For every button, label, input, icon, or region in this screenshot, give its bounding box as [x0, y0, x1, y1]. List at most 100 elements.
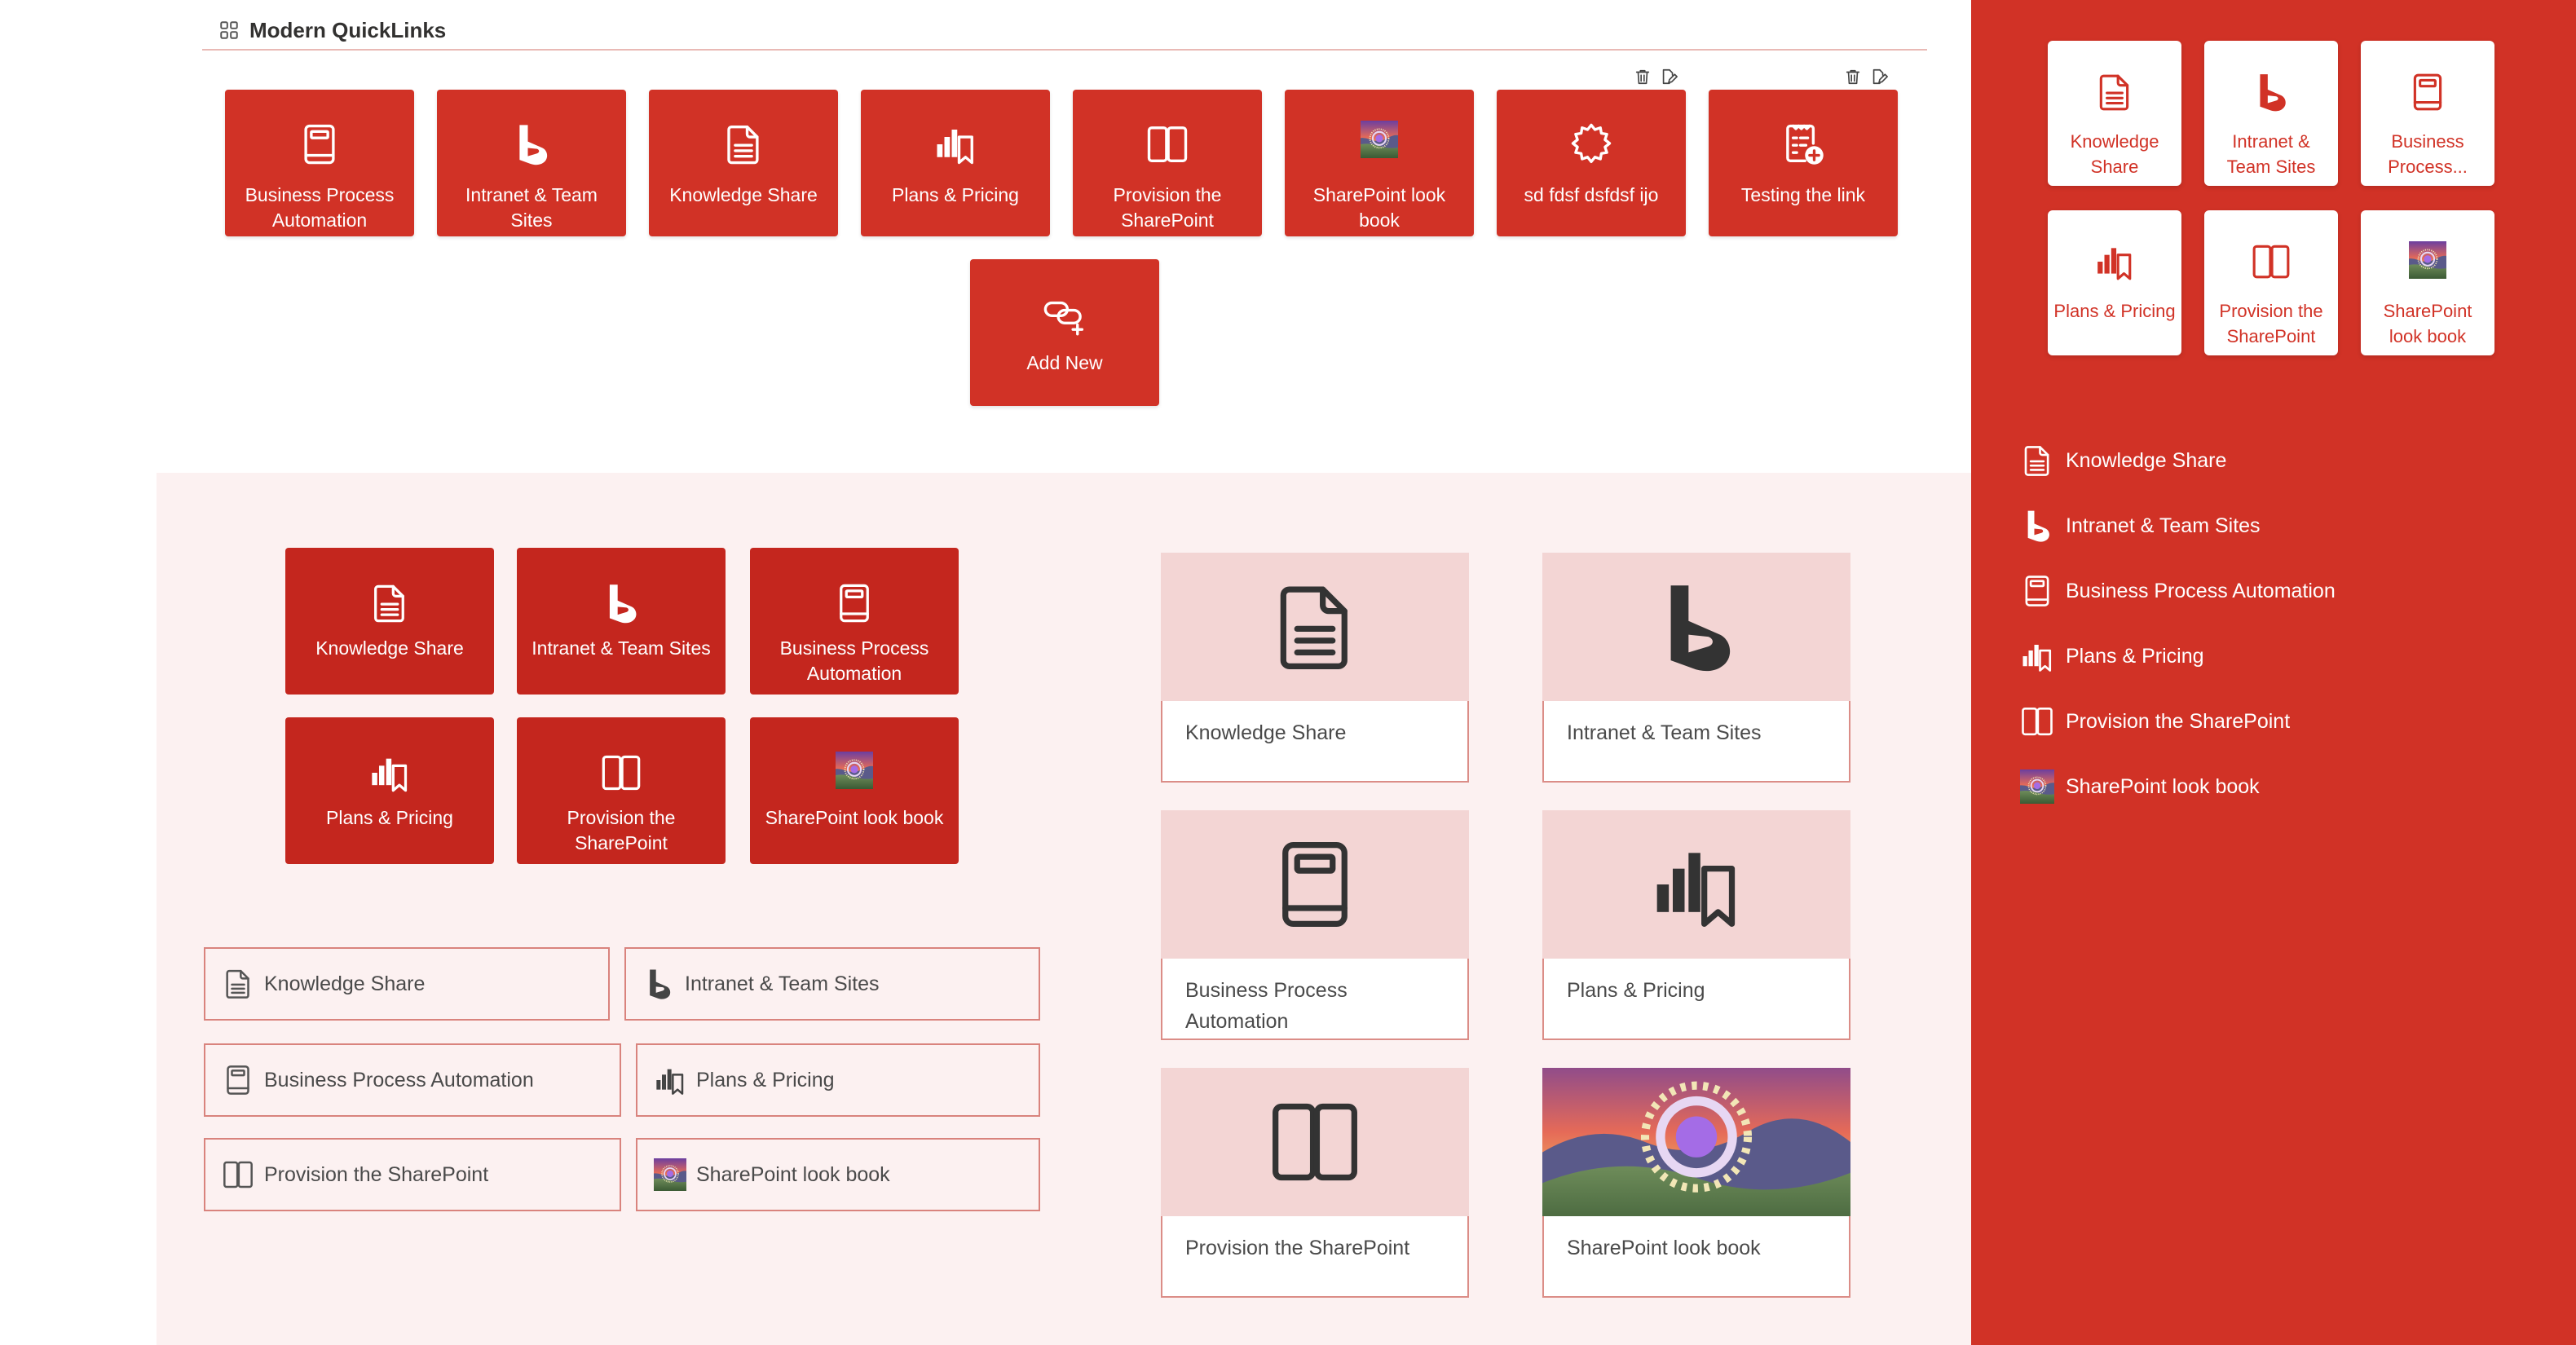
panel-link-intranet-team-sites[interactable]: Intranet & Team Sites — [2020, 505, 2261, 546]
add-new-button[interactable]: Add New — [970, 259, 1159, 406]
button-provision-sharepoint[interactable]: Provision the SharePoint — [204, 1138, 621, 1211]
panel-link-business-process-automation[interactable]: Business Process Automation — [2020, 571, 2336, 611]
card-image-area — [1542, 810, 1850, 959]
book-icon — [1268, 837, 1362, 932]
link-label: Provision the SharePoint — [2066, 709, 2291, 733]
button-knowledge-share[interactable]: Knowledge Share — [204, 947, 610, 1021]
tile-business-process-automation[interactable]: Business Process Automation — [750, 548, 959, 695]
tile-label: Provision the SharePoint — [2219, 301, 2323, 346]
tile-business-process-automation[interactable]: Business Process Automation — [225, 90, 414, 236]
chart-bookmark-icon — [654, 1064, 686, 1096]
card-intranet-team-sites[interactable]: Intranet & Team Sites — [1542, 553, 1850, 783]
document-icon — [1268, 580, 1362, 674]
bing-icon — [509, 122, 554, 166]
panel-link-plans-pricing[interactable]: Plans & Pricing — [2020, 636, 2204, 677]
panel-tile-intranet-team-sites[interactable]: Intranet & Team Sites — [2204, 41, 2338, 186]
tile-plans-pricing[interactable]: Plans & Pricing — [861, 90, 1050, 236]
link-label: Plans & Pricing — [2066, 644, 2204, 668]
tile-sharepoint-look-book[interactable]: SharePoint look book — [1285, 90, 1474, 236]
tile-label: Intranet & Team Sites — [465, 184, 598, 231]
document-icon — [721, 122, 765, 166]
book-icon — [2020, 574, 2054, 608]
tile-label: SharePoint look book — [1312, 184, 1446, 231]
bing-icon — [642, 968, 675, 1000]
tile-provision-sharepoint[interactable]: Provision the SharePoint — [1073, 90, 1262, 236]
landscape-image-icon — [2409, 241, 2446, 279]
panel-tile-provision-sharepoint[interactable]: Provision the SharePoint — [2204, 210, 2338, 355]
tile-label: SharePoint look book — [765, 807, 944, 828]
tile-label: Intranet & Team Sites — [532, 637, 711, 659]
button-label: SharePoint look book — [696, 1162, 890, 1186]
tile-edit-tools — [1844, 67, 1888, 86]
panel-link-provision-sharepoint[interactable]: Provision the SharePoint — [2020, 701, 2290, 742]
tile-label: Provision the SharePoint — [1113, 184, 1222, 231]
tile-label: Plans & Pricing — [2053, 301, 2176, 321]
card-provision-sharepoint[interactable]: Provision the SharePoint — [1161, 1068, 1469, 1298]
tile-label: sd fdsf dsfdsf ijo — [1524, 184, 1659, 205]
tile-knowledge-share[interactable]: Knowledge Share — [649, 90, 838, 236]
button-intranet-team-sites[interactable]: Intranet & Team Sites — [624, 947, 1040, 1021]
card-label: Provision the SharePoint — [1185, 1237, 1410, 1259]
card-image-area — [1542, 553, 1850, 701]
bing-icon — [2251, 72, 2291, 112]
open-book-icon — [1145, 122, 1189, 166]
tile-testing-the-link[interactable]: Testing the link — [1709, 90, 1898, 236]
tile-label: Knowledge Share — [2070, 131, 2159, 177]
card-label: SharePoint look book — [1567, 1237, 1761, 1259]
trash-icon[interactable] — [1634, 67, 1652, 86]
tile-label: Knowledge Share — [669, 184, 818, 205]
clipboard-add-icon — [1781, 122, 1825, 166]
tile-plans-pricing[interactable]: Plans & Pricing — [285, 717, 494, 864]
chart-bookmark-icon — [2020, 639, 2054, 673]
card-plans-pricing[interactable]: Plans & Pricing — [1542, 810, 1850, 1040]
tile-label: Testing the link — [1740, 184, 1866, 205]
tile-sd-fdsf[interactable]: sd fdsf dsfdsf ijo — [1497, 90, 1686, 236]
landscape-image-icon — [1361, 121, 1398, 158]
button-sharepoint-look-book[interactable]: SharePoint look book — [636, 1138, 1040, 1211]
edit-link-icon[interactable] — [1660, 67, 1678, 86]
card-business-process-automation[interactable]: Business Process Automation — [1161, 810, 1469, 1040]
book-icon — [222, 1064, 254, 1096]
tile-label: Plans & Pricing — [892, 184, 1019, 205]
card-image-area — [1161, 553, 1469, 701]
webpart-header: Modern QuickLinks — [202, 11, 1927, 51]
panel-tile-knowledge-share[interactable]: Knowledge Share — [2048, 41, 2181, 186]
badge-icon — [1569, 122, 1613, 166]
tile-label: Business Process Automation — [245, 184, 395, 231]
tile-label: Add New — [1026, 352, 1103, 373]
document-icon — [2094, 72, 2135, 112]
document-icon — [2020, 443, 2054, 478]
tile-label: Knowledge Share — [315, 637, 464, 659]
link-label: SharePoint look book — [2066, 774, 2260, 798]
card-image-area — [1161, 810, 1469, 959]
button-label: Plans & Pricing — [696, 1068, 835, 1091]
panel-tile-plans-pricing[interactable]: Plans & Pricing — [2048, 210, 2181, 355]
tile-provision-sharepoint[interactable]: Provision the SharePoint — [517, 717, 726, 864]
button-plans-pricing[interactable]: Plans & Pricing — [636, 1043, 1040, 1117]
document-icon — [222, 968, 254, 1000]
chart-bookmark-icon — [1649, 837, 1744, 932]
grid-icon — [218, 20, 240, 41]
link-label: Knowledge Share — [2066, 448, 2227, 472]
edit-link-icon[interactable] — [1870, 67, 1888, 86]
tile-knowledge-share[interactable]: Knowledge Share — [285, 548, 494, 695]
card-knowledge-share[interactable]: Knowledge Share — [1161, 553, 1469, 783]
landscape-image-icon — [836, 752, 873, 789]
panel-tile-sharepoint-look-book[interactable]: SharePoint look book — [2361, 210, 2494, 355]
tile-label: Business Process... — [2388, 131, 2468, 177]
card-label: Intranet & Team Sites — [1567, 721, 1762, 744]
tile-intranet-team-sites[interactable]: Intranet & Team Sites — [517, 548, 726, 695]
panel-link-knowledge-share[interactable]: Knowledge Share — [2020, 440, 2226, 481]
panel-link-sharepoint-look-book[interactable]: SharePoint look book — [2020, 766, 2260, 807]
panel-tile-business-process[interactable]: Business Process... — [2361, 41, 2494, 186]
button-business-process-automation[interactable]: Business Process Automation — [204, 1043, 621, 1117]
link-label: Intranet & Team Sites — [2066, 514, 2261, 537]
card-sharepoint-look-book[interactable]: SharePoint look book — [1542, 1068, 1850, 1298]
trash-icon[interactable] — [1844, 67, 1862, 86]
tile-sharepoint-look-book[interactable]: SharePoint look book — [750, 717, 959, 864]
chart-bookmark-icon — [2094, 241, 2135, 282]
tile-intranet-team-sites[interactable]: Intranet & Team Sites — [437, 90, 626, 236]
book-icon — [833, 582, 876, 624]
landscape-image-icon — [654, 1158, 686, 1191]
tile-label: Provision the SharePoint — [567, 807, 676, 853]
